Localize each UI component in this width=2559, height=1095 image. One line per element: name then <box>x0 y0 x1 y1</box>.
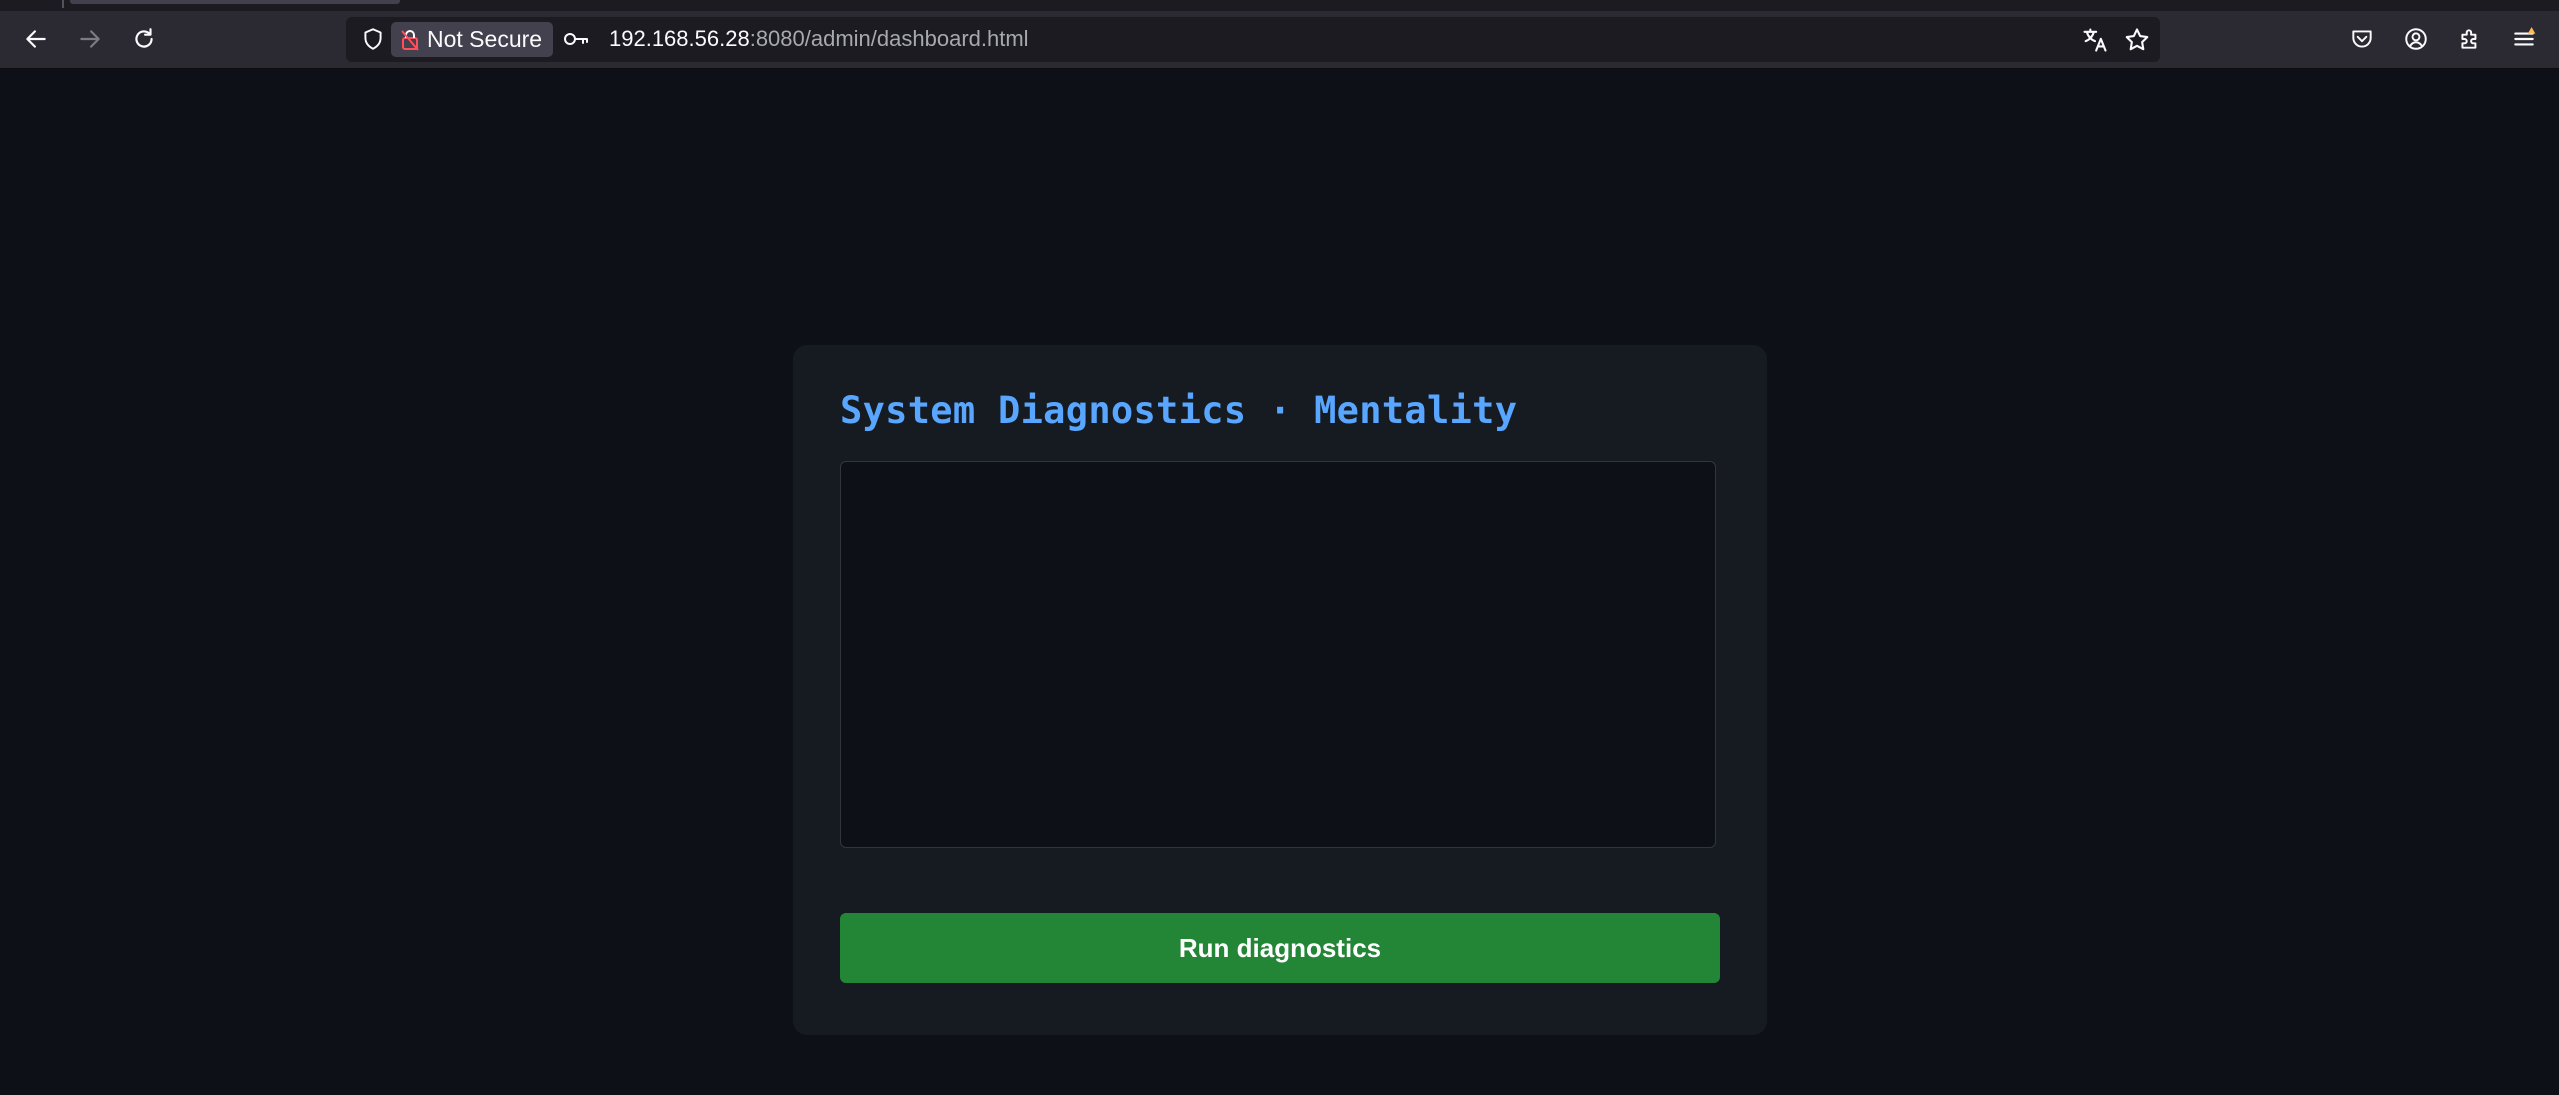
reload-icon <box>135 28 153 48</box>
security-label: Not Secure <box>427 26 543 52</box>
site-security-badge[interactable]: Not Secure <box>391 22 554 57</box>
pocket-icon <box>2352 30 2372 48</box>
puzzle-icon <box>2461 29 2477 49</box>
translate-icon[interactable] <box>2081 26 2109 54</box>
extensions-button[interactable] <box>2450 19 2490 59</box>
tab-strip <box>0 0 2559 11</box>
address-bar[interactable]: Not Secure 192.168.56.28:8080/admin/dash… <box>346 17 2160 62</box>
page-title: System Diagnostics · Mentality <box>840 389 1518 432</box>
insecure-lock-icon <box>401 29 419 51</box>
url-host: 192.168.56.28 <box>609 26 750 51</box>
run-diagnostics-button[interactable]: Run diagnostics <box>840 913 1720 983</box>
key-icon[interactable] <box>562 27 590 51</box>
shield-icon[interactable] <box>360 26 386 52</box>
browser-toolbar: Not Secure 192.168.56.28:8080/admin/dash… <box>0 11 2559 69</box>
forward-button[interactable] <box>70 19 110 59</box>
hamburger-menu-icon <box>2514 27 2536 46</box>
star-icon[interactable] <box>2123 26 2151 54</box>
page-content: System Diagnostics · Mentality Run diagn… <box>0 69 2559 1095</box>
pocket-button[interactable] <box>2342 19 2382 59</box>
url-path: :8080/admin/dashboard.html <box>749 26 1029 51</box>
active-tab-edge[interactable] <box>70 0 400 4</box>
back-arrow-icon <box>26 30 46 48</box>
diagnostics-card: System Diagnostics · Mentality Run diagn… <box>793 345 1767 1035</box>
back-button[interactable] <box>16 19 56 59</box>
forward-arrow-icon <box>80 30 100 48</box>
tab-divider <box>62 0 64 8</box>
account-button[interactable] <box>2396 19 2436 59</box>
reload-button[interactable] <box>124 19 164 59</box>
diagnostics-output[interactable] <box>840 461 1716 848</box>
account-icon <box>2405 28 2427 50</box>
app-menu-button[interactable] <box>2504 19 2544 59</box>
url-text[interactable]: 192.168.56.28:8080/admin/dashboard.html <box>609 26 1029 52</box>
